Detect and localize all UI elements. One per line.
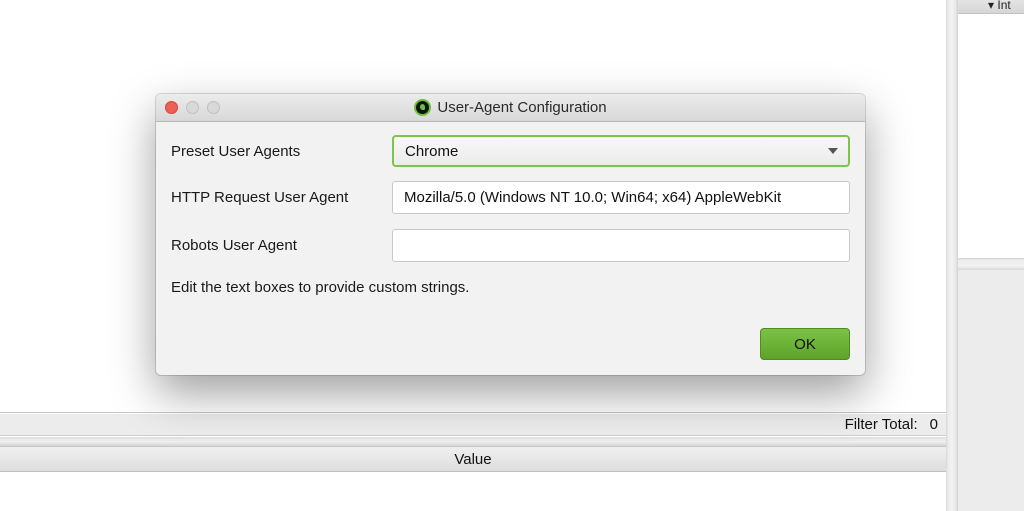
filter-bar: Filter Total: 0 — [0, 414, 946, 436]
right-panel-header[interactable]: ▾ Int — [958, 0, 1024, 14]
right-panel-splitter[interactable] — [958, 258, 1024, 270]
column-header-label: Value — [454, 450, 492, 468]
vertical-splitter[interactable] — [946, 0, 958, 511]
horizontal-splitter[interactable] — [0, 437, 946, 446]
filter-total-value: 0 — [929, 416, 938, 433]
http-request-label: HTTP Request User Agent — [171, 189, 349, 206]
expand-triangle-icon: ▾ — [988, 0, 998, 12]
robots-label: Robots User Agent — [171, 237, 297, 254]
http-request-row: HTTP Request User Agent — [171, 181, 850, 214]
robots-row: Robots User Agent — [171, 229, 850, 262]
right-panel — [958, 0, 1024, 258]
right-panel-header-label: Int — [997, 0, 1011, 12]
robots-user-agent-input[interactable] — [392, 229, 850, 262]
dialog-title: User-Agent Configuration — [437, 99, 607, 116]
right-panel-lower — [958, 270, 1024, 511]
table-body — [0, 473, 946, 511]
user-agent-dialog: User-Agent Configuration Preset User Age… — [156, 94, 865, 375]
dialog-title-wrap: User-Agent Configuration — [414, 99, 607, 116]
table-column-header-value[interactable]: Value — [0, 446, 946, 472]
app-bug-icon — [414, 99, 432, 116]
hint-text: Edit the text boxes to provide custom st… — [171, 279, 470, 296]
window-controls — [165, 101, 220, 114]
preset-user-agents-select[interactable]: Chrome — [392, 135, 850, 167]
minimize-button[interactable] — [186, 101, 199, 114]
filter-total-label: Filter Total: — [844, 416, 918, 433]
preset-label: Preset User Agents — [171, 142, 301, 160]
maximize-button[interactable] — [207, 101, 220, 114]
http-request-user-agent-input[interactable] — [392, 181, 850, 214]
close-button[interactable] — [165, 101, 178, 114]
preset-row: Preset User Agents Chrome — [171, 135, 850, 167]
dialog-titlebar[interactable]: User-Agent Configuration — [156, 94, 865, 122]
ok-button[interactable]: OK — [760, 328, 850, 360]
chevron-down-icon — [828, 148, 838, 154]
preset-selected-value: Chrome — [405, 142, 459, 160]
